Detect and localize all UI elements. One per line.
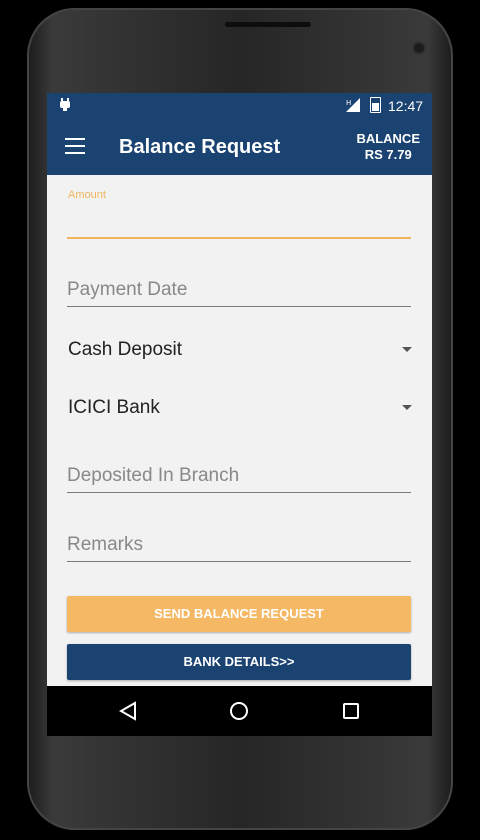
bank-value: ICICI Bank: [68, 397, 160, 418]
dropdown-arrow-icon: [402, 347, 412, 352]
svg-text:H: H: [346, 99, 351, 107]
amount-label: Amount: [68, 189, 106, 201]
dropdown-arrow-icon: [402, 405, 412, 410]
back-icon[interactable]: [97, 686, 157, 736]
form-content: Amount Payment Date Cash Deposit ICICI B…: [47, 175, 432, 736]
speaker-grille: [225, 22, 311, 27]
front-camera: [412, 41, 426, 55]
balance-label: BALANCE: [356, 131, 420, 146]
app-bar: Balance Request BALANCE RS 7.79: [47, 118, 432, 175]
home-icon[interactable]: [209, 686, 269, 736]
status-bar: H 12:47: [47, 93, 432, 118]
balance-display: BALANCE RS 7.79: [356, 131, 420, 163]
android-notification-icon: [59, 98, 71, 115]
screen: H 12:47 Balance Request BALANCE RS 7.79 …: [47, 93, 432, 736]
balance-value: RS 7.79: [364, 147, 412, 162]
signal-icon: H: [346, 98, 362, 115]
recents-icon[interactable]: [321, 686, 381, 736]
payment-mode-dropdown[interactable]: Cash Deposit: [68, 339, 412, 365]
hamburger-menu-icon[interactable]: [65, 138, 85, 154]
send-balance-request-button[interactable]: SEND BALANCE REQUEST: [67, 596, 411, 632]
bank-dropdown[interactable]: ICICI Bank: [68, 397, 412, 423]
branch-field[interactable]: Deposited In Branch: [67, 465, 411, 493]
payment-mode-value: Cash Deposit: [68, 339, 183, 360]
bank-details-button[interactable]: BANK DETAILS>>: [67, 644, 411, 680]
payment-date-field[interactable]: Payment Date: [67, 279, 411, 307]
amount-underline: [67, 237, 411, 239]
amount-input[interactable]: [67, 209, 411, 235]
system-nav-bar: [47, 686, 432, 736]
page-title: Balance Request: [119, 136, 281, 158]
clock: 12:47: [388, 98, 424, 114]
battery-icon: [370, 97, 381, 113]
remarks-field[interactable]: Remarks: [67, 534, 411, 562]
